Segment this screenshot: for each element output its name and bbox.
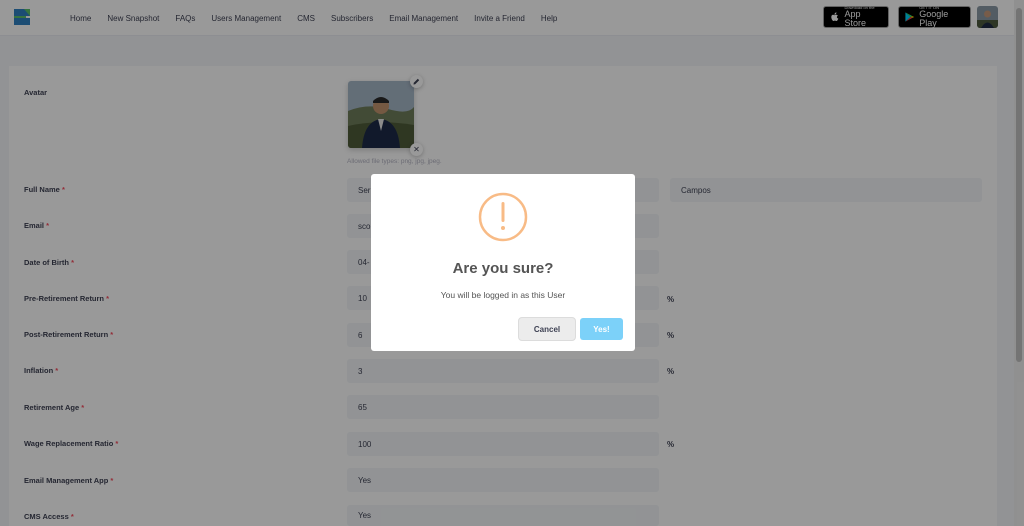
dialog-title: Are you sure? [452, 260, 554, 277]
confirm-dialog: Are you sure? You will be logged in as t… [371, 174, 635, 351]
confirm-button[interactable]: Yes! [580, 318, 623, 340]
dialog-message: You will be logged in as this User [440, 290, 566, 300]
cancel-button[interactable]: Cancel [518, 317, 576, 341]
warning-icon [478, 192, 528, 242]
